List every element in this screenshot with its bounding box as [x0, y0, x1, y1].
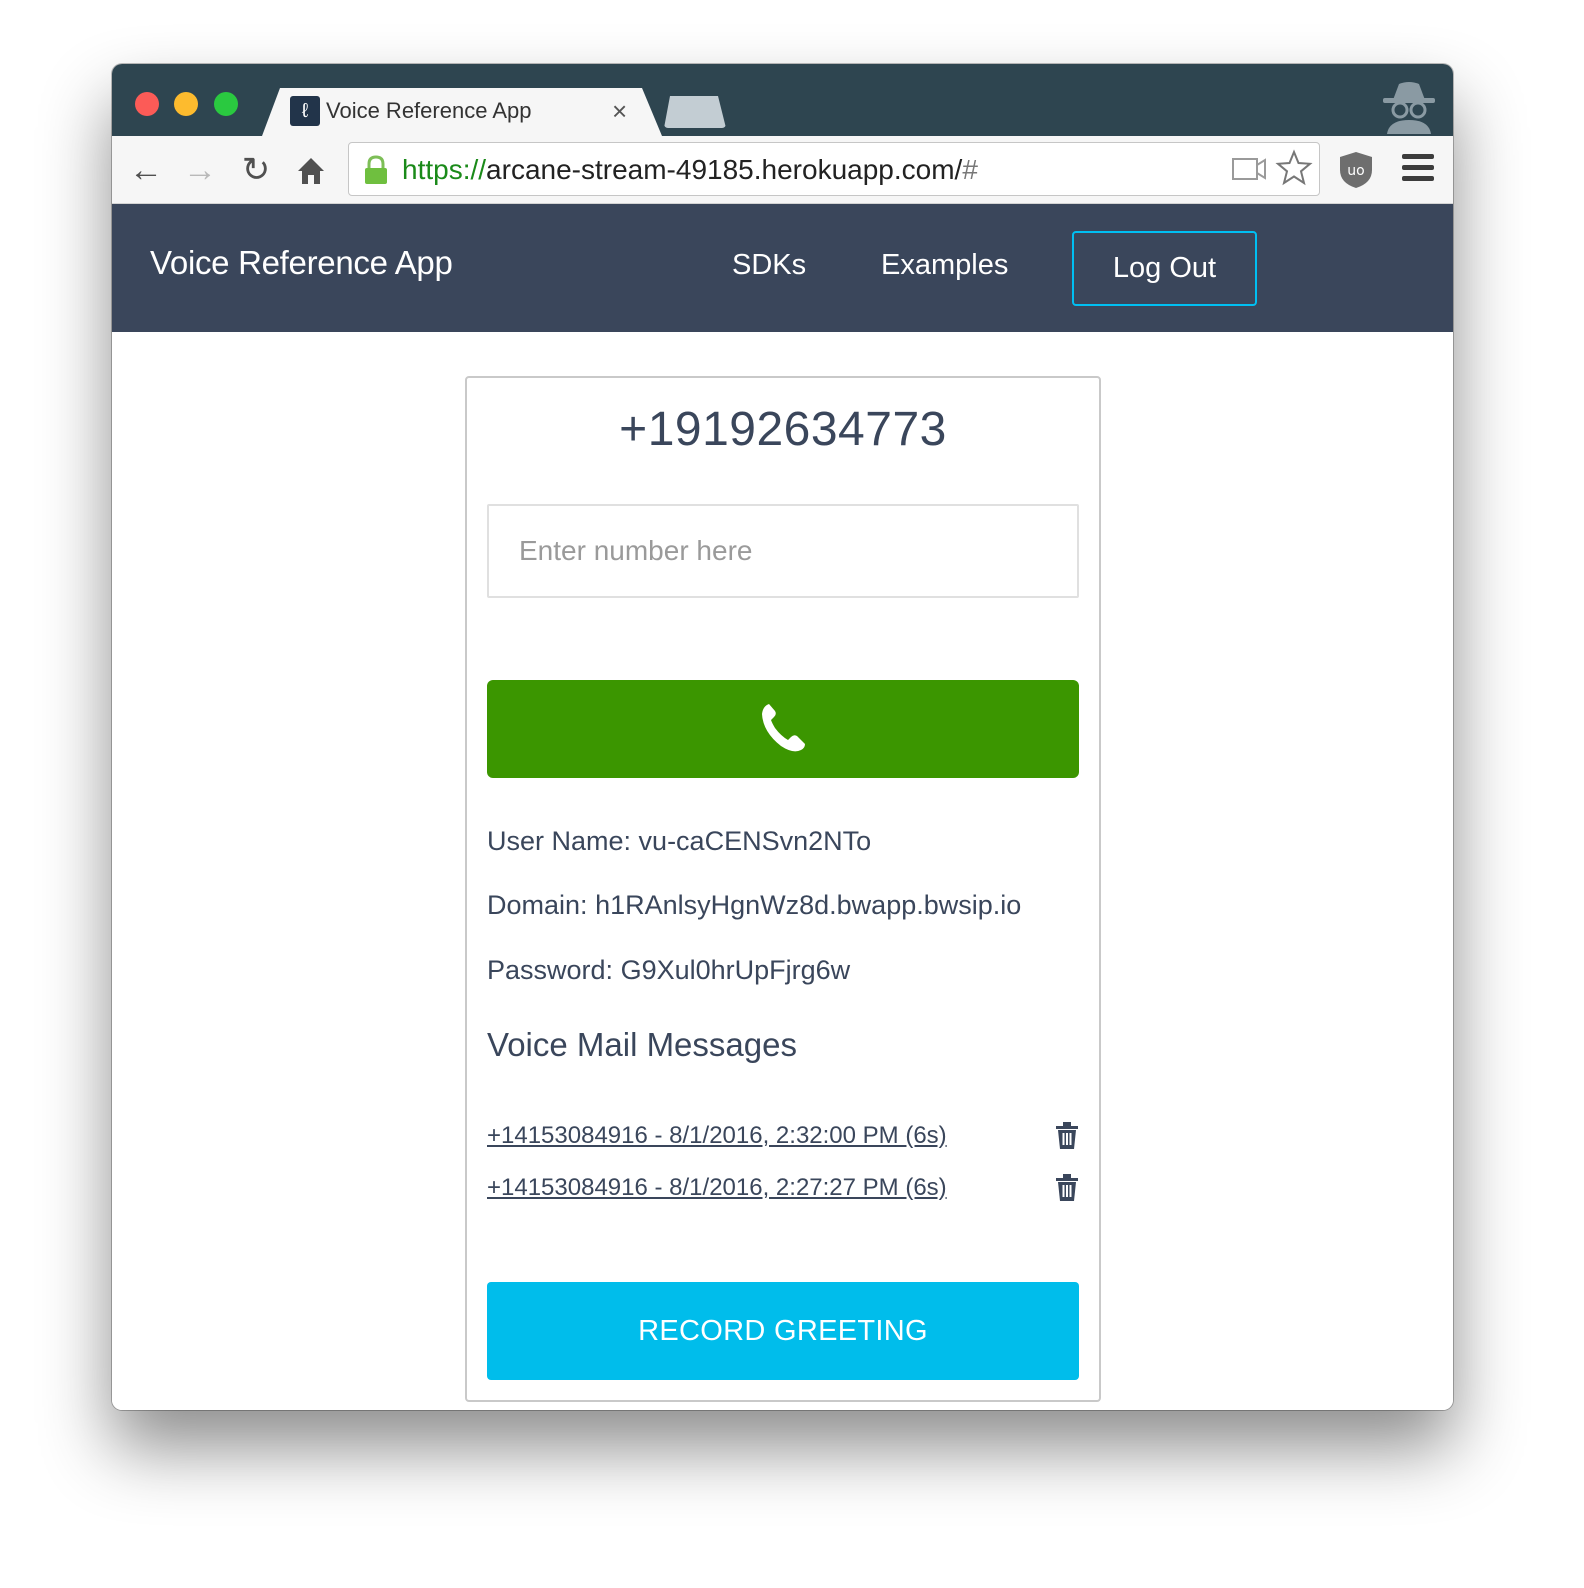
main-content: +19192634773 User Name: vu-caCENSvn2NTo …: [112, 332, 1453, 1410]
menu-icon[interactable]: [1402, 154, 1434, 184]
password-row: Password: G9Xul0hrUpFjrg6w: [487, 955, 850, 986]
ublock-icon[interactable]: uo: [1338, 150, 1374, 190]
title-bar: ℓ Voice Reference App ×: [112, 64, 1453, 136]
address-bar[interactable]: https://arcane-stream-49185.herokuapp.co…: [348, 142, 1320, 196]
new-tab-button[interactable]: [664, 96, 726, 128]
voicemail-item: +14153084916 - 8/1/2016, 2:27:27 PM (6s): [487, 1174, 1079, 1214]
phone-icon: [762, 704, 805, 752]
browser-window: ℓ Voice Reference App × ← → ↻ https://ar…: [112, 64, 1453, 1410]
brand-title[interactable]: Voice Reference App: [150, 244, 453, 282]
back-icon[interactable]: ←: [126, 150, 166, 190]
close-window-button[interactable]: [135, 92, 159, 116]
logout-button[interactable]: Log Out: [1072, 231, 1257, 306]
voicemail-link[interactable]: +14153084916 - 8/1/2016, 2:27:27 PM (6s): [487, 1174, 947, 1202]
svg-text:uo: uo: [1347, 163, 1364, 179]
reload-icon[interactable]: ↻: [236, 150, 276, 190]
domain-row: Domain: h1RAnlsyHgnWz8d.bwapp.bwsip.io: [487, 890, 1021, 921]
nav-link-examples[interactable]: Examples: [881, 249, 1008, 282]
lock-icon: [365, 155, 387, 184]
call-button[interactable]: [487, 680, 1079, 778]
phone-card: +19192634773 User Name: vu-caCENSvn2NTo …: [465, 376, 1101, 1402]
app-navbar: Voice Reference App SDKs Examples Log Ou…: [112, 204, 1453, 332]
record-greeting-button[interactable]: RECORD GREETING: [487, 1282, 1079, 1380]
tab-title: Voice Reference App: [326, 98, 532, 123]
home-icon[interactable]: [296, 156, 326, 186]
url-text: https://arcane-stream-49185.herokuapp.co…: [402, 154, 978, 185]
nav-link-sdks[interactable]: SDKs: [732, 249, 806, 282]
domain-label: Domain:: [487, 890, 588, 920]
incognito-icon: [1383, 82, 1435, 134]
browser-tab[interactable]: ℓ Voice Reference App ×: [262, 88, 662, 136]
forward-icon[interactable]: →: [180, 150, 220, 190]
app-favicon-icon: ℓ: [290, 96, 320, 126]
phone-number: +19192634773: [619, 403, 947, 456]
password-value: G9Xul0hrUpFjrg6w: [620, 955, 851, 985]
voicemail-item: +14153084916 - 8/1/2016, 2:32:00 PM (6s): [487, 1122, 1079, 1162]
trash-icon[interactable]: [1055, 1122, 1079, 1150]
maximize-window-button[interactable]: [214, 92, 238, 116]
browser-toolbar: ← → ↻ https://arcane-stream-49185.heroku…: [112, 136, 1453, 204]
number-input[interactable]: [487, 504, 1079, 598]
star-icon[interactable]: [1275, 149, 1313, 187]
trash-icon[interactable]: [1055, 1174, 1079, 1202]
domain-value: h1RAnlsyHgnWz8d.bwapp.bwsip.io: [595, 890, 1022, 920]
user-name-label: User Name:: [487, 826, 632, 856]
camera-icon[interactable]: [1231, 153, 1267, 185]
minimize-window-button[interactable]: [174, 92, 198, 116]
user-name-value: vu-caCENSvn2NTo: [638, 826, 872, 856]
voicemail-link[interactable]: +14153084916 - 8/1/2016, 2:32:00 PM (6s): [487, 1122, 947, 1150]
password-label: Password:: [487, 955, 614, 985]
user-name-row: User Name: vu-caCENSvn2NTo: [487, 826, 871, 857]
voicemail-title: Voice Mail Messages: [487, 1026, 797, 1063]
tab-close-icon[interactable]: ×: [612, 96, 627, 126]
